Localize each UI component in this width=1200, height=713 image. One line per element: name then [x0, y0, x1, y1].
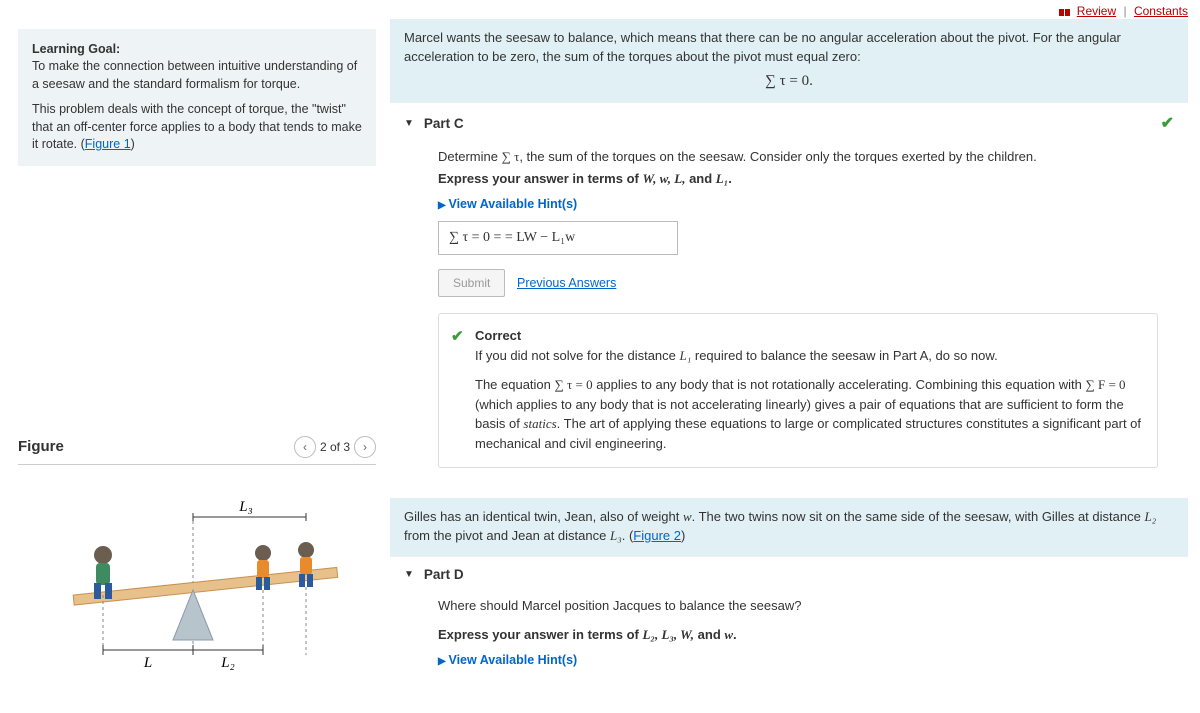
part-c-title: Part C — [424, 116, 464, 131]
part-d-question: Where should Marcel position Jacques to … — [438, 598, 1158, 613]
pager-prev-button[interactable]: ‹ — [294, 436, 316, 458]
part-c-header[interactable]: ▼ Part C ✔ — [390, 102, 1188, 143]
goal-text-2b: ) — [131, 137, 135, 151]
intro-equation: ∑ τ = 0. — [404, 71, 1174, 93]
figure-1-link[interactable]: Figure 1 — [85, 137, 131, 151]
label-L: L — [143, 655, 152, 671]
submit-button[interactable]: Submit — [438, 269, 505, 297]
separator: | — [1124, 4, 1127, 18]
check-icon: ✔ — [1161, 113, 1174, 133]
top-links: Review | Constants — [0, 0, 1200, 19]
goal-text-1: To make the connection between intuitive… — [32, 59, 357, 91]
goal-text-2a: This problem deals with the concept of t… — [32, 102, 362, 151]
pager-label: 2 of 3 — [320, 440, 350, 454]
part-d-header[interactable]: ▼ Part D — [390, 556, 1188, 592]
part-c-hints-toggle[interactable]: View Available Hint(s) — [438, 197, 1158, 211]
figure-title: Figure — [18, 438, 294, 455]
correct-icon: ✔ — [451, 326, 464, 349]
feedback-title: Correct — [475, 328, 521, 343]
goal-heading: Learning Goal: — [32, 42, 120, 56]
collapse-icon: ▼ — [404, 569, 414, 580]
pager-next-button[interactable]: › — [354, 436, 376, 458]
part-c-answer-box: ∑ τ = 0 = = LW − L₁w — [438, 221, 678, 255]
learning-goal-box: Learning Goal: To make the connection be… — [18, 29, 376, 166]
part-c-feedback: ✔ Correct If you did not solve for the d… — [438, 313, 1158, 468]
review-icon — [1059, 5, 1071, 19]
part-c-question: Determine ∑ τ, the sum of the torques on… — [438, 149, 1158, 165]
part-d-instruction: Express your answer in terms of L₂, L₃, … — [438, 627, 1158, 643]
part-d-title: Part D — [424, 567, 464, 582]
intro-text: Marcel wants the seesaw to balance, whic… — [404, 30, 1121, 64]
figure-2-link[interactable]: Figure 2 — [633, 528, 681, 543]
constants-link[interactable]: Constants — [1134, 4, 1188, 18]
part-c-instruction: Express your answer in terms of W, w, L,… — [438, 171, 1158, 187]
previous-answers-link[interactable]: Previous Answers — [517, 276, 616, 290]
label-L2: L₂ — [220, 655, 235, 671]
intro-box: Marcel wants the seesaw to balance, whic… — [390, 19, 1188, 102]
seesaw-figure: L₃ L L₂ — [18, 465, 376, 698]
part-d-hints-toggle[interactable]: View Available Hint(s) — [438, 653, 1158, 667]
figure-pager: ‹ 2 of 3 › — [294, 436, 376, 458]
mid-info-box: Gilles has an identical twin, Jean, also… — [390, 498, 1188, 556]
collapse-icon: ▼ — [404, 118, 414, 129]
review-link[interactable]: Review — [1077, 4, 1116, 18]
label-L3: L₃ — [238, 499, 253, 515]
